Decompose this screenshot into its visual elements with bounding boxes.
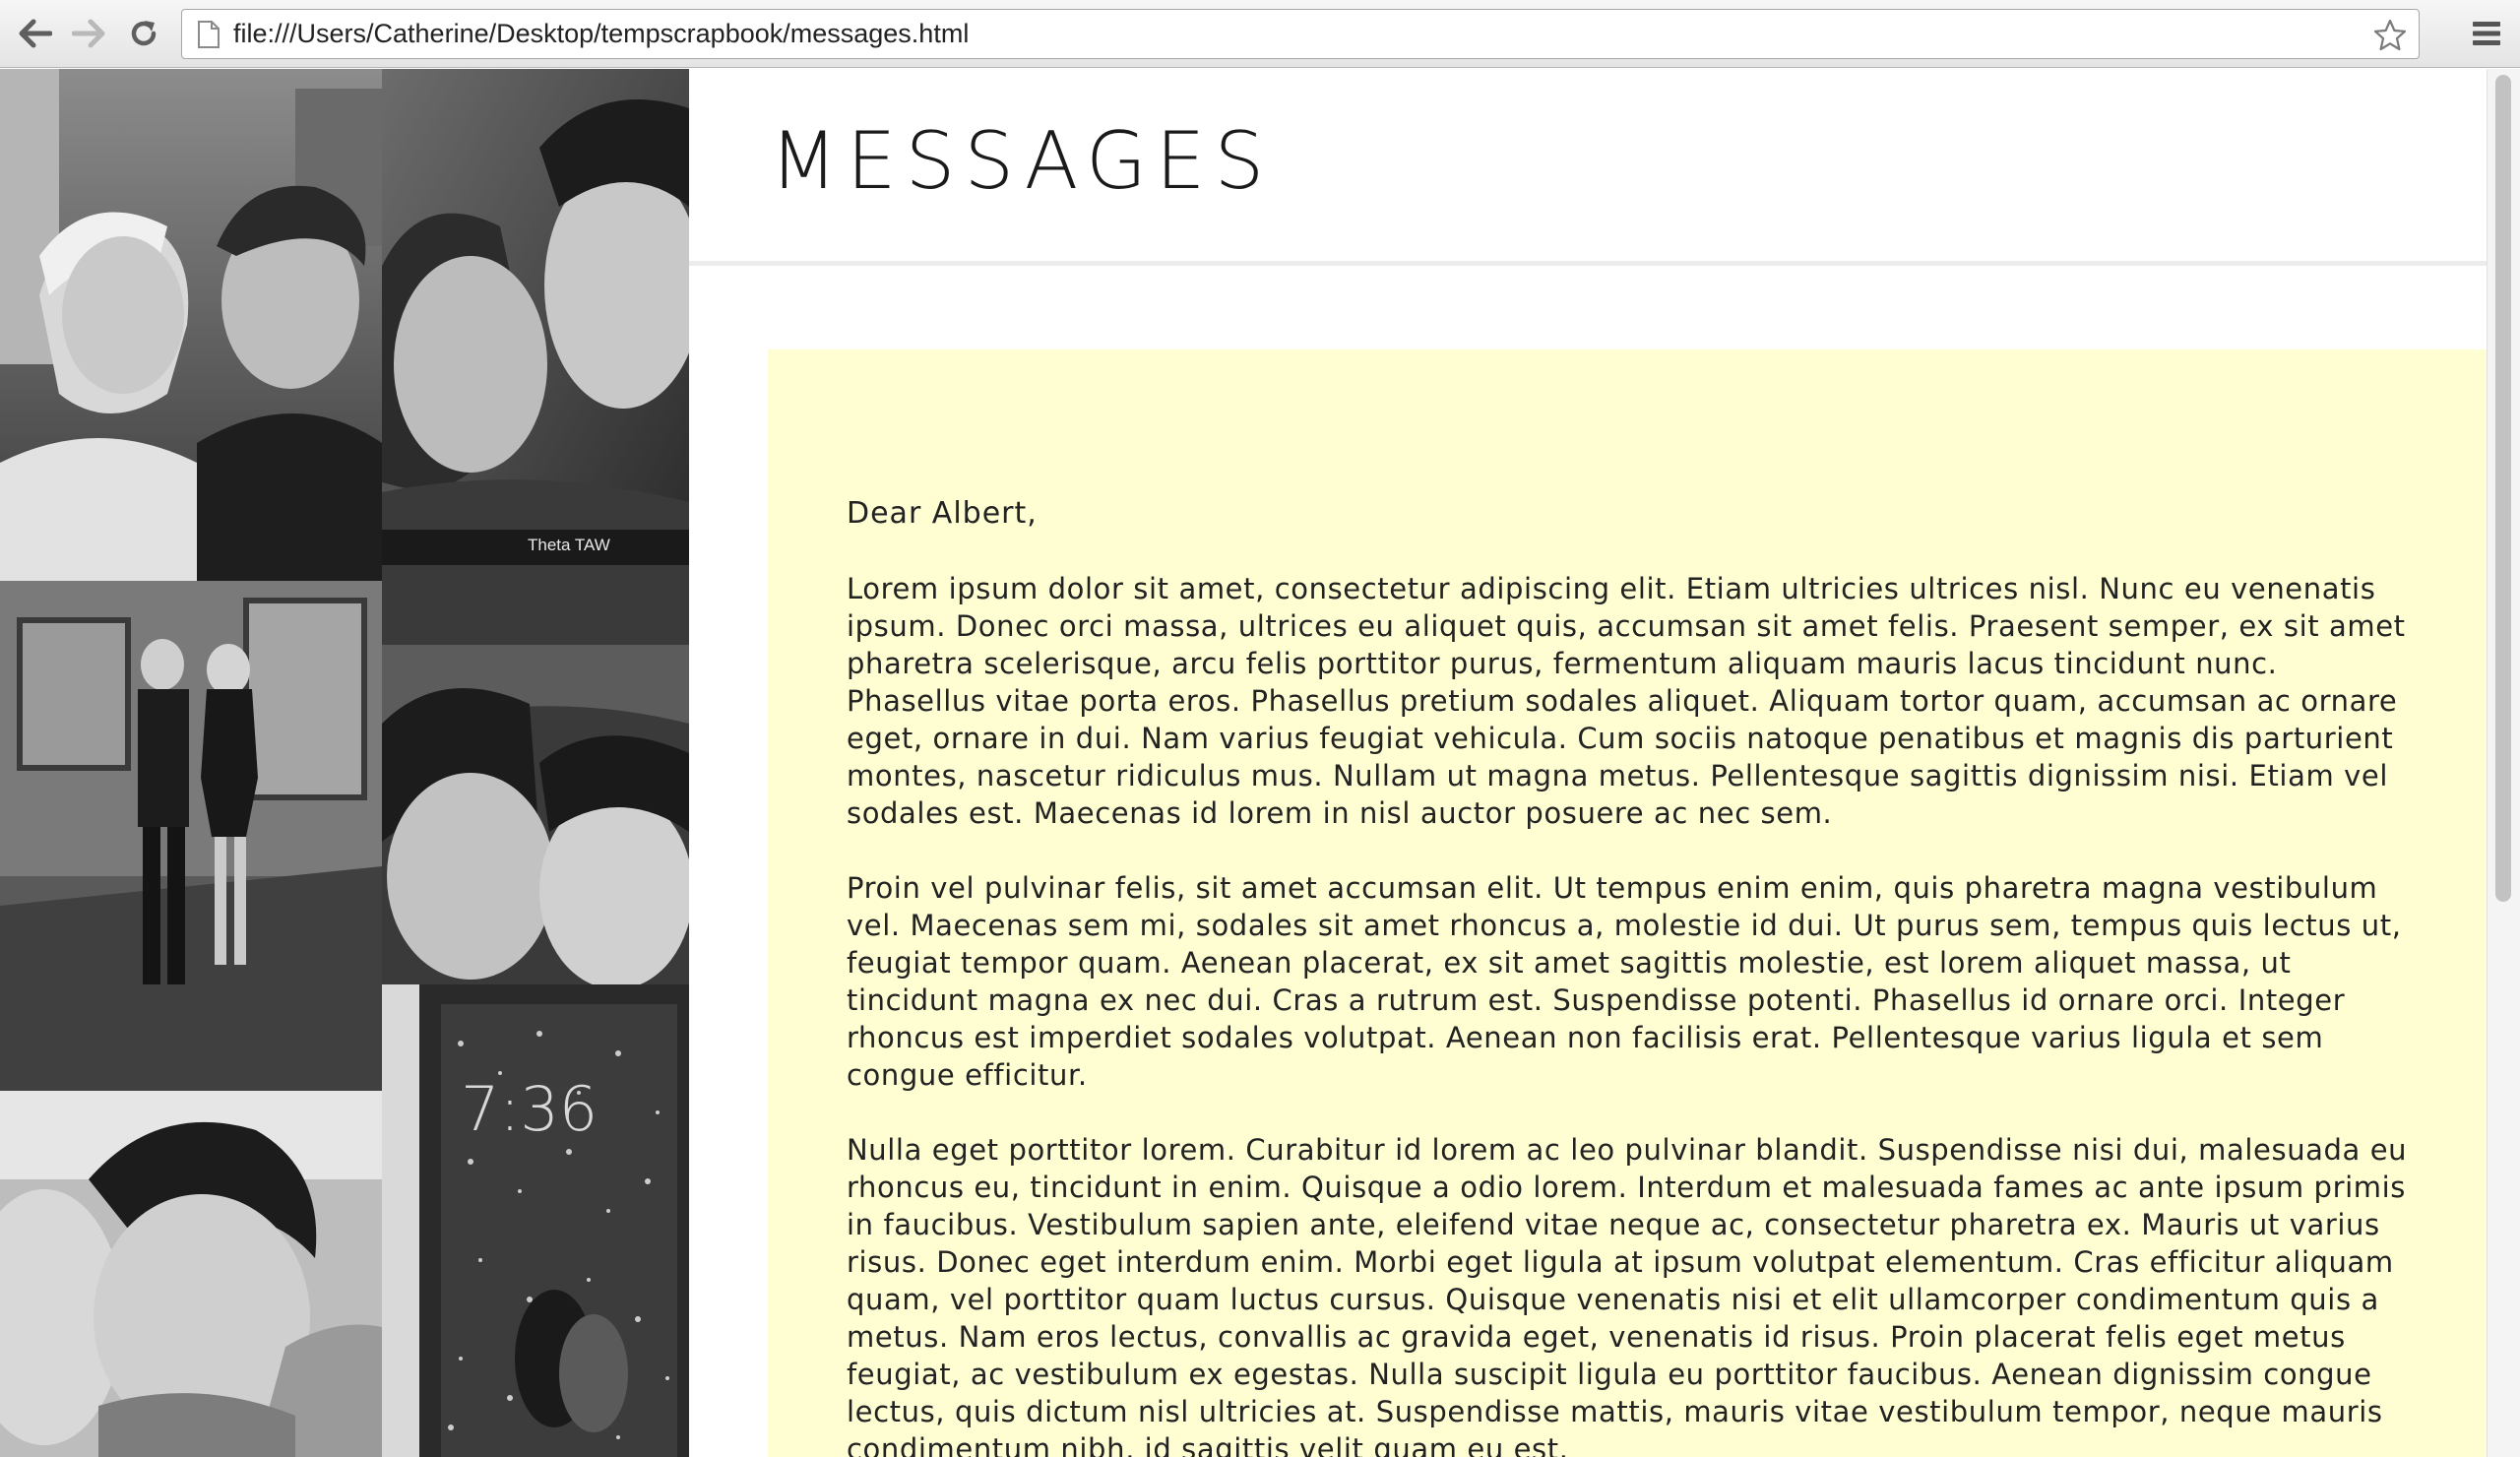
message-paragraph: Proin vel pulvinar felis, sit amet accum… [847,871,2402,1092]
page-viewport: Theta TAW 7:36 MESSAGES Dear Albert, Lor… [0,69,2520,1457]
photo-image [382,645,689,984]
reload-icon [131,21,157,46]
message-paragraph: Lorem ipsum dolor sit amet, consectetur … [847,572,2406,830]
vertical-scrollbar[interactable] [2487,69,2520,1457]
message-card: Dear Albert, Lorem ipsum dolor sit amet,… [768,349,2487,1457]
back-button[interactable] [14,12,57,55]
page-header: MESSAGES [689,69,2487,266]
hamburger-menu-icon [2473,22,2500,45]
photo-phone-lockscreen-christmas-tree: 7:36 [382,984,689,1457]
message-paragraph: Nulla eget porttitor lorem. Curabitur id… [847,1133,2408,1457]
document-icon [198,21,220,48]
photo-couple-kiss [0,1091,382,1457]
photo-image [0,69,382,581]
reload-button[interactable] [122,12,165,55]
browser-toolbar: file:///Users/Catherine/Desktop/tempscra… [0,0,2520,68]
page-title: MESSAGES [770,115,1274,207]
photo-couple-selfie-theta-taw: Theta TAW [382,69,689,645]
photo-image [0,581,382,1091]
arrow-left-icon [19,19,52,48]
photo-couple-formal-standing [0,581,382,1091]
photo-image [0,1091,382,1457]
scrollbar-thumb[interactable] [2495,75,2511,902]
address-bar[interactable]: file:///Users/Catherine/Desktop/tempscra… [181,9,2420,59]
menu-button[interactable] [2467,14,2506,53]
arrow-right-icon [72,19,105,48]
forward-button[interactable] [67,12,110,55]
message-greeting: Dear Albert, [847,496,1038,531]
photo-caption: Theta TAW [528,536,610,554]
photo-image [382,984,689,1457]
star-icon[interactable] [2373,19,2407,52]
photo-couple-selfie-night [382,645,689,984]
photo-collage: Theta TAW 7:36 [0,69,689,1457]
url-text[interactable]: file:///Users/Catherine/Desktop/tempscra… [233,10,969,58]
lockscreen-clock: 7:36 [461,1073,598,1145]
photo-couple-christmas-hats [0,69,382,581]
